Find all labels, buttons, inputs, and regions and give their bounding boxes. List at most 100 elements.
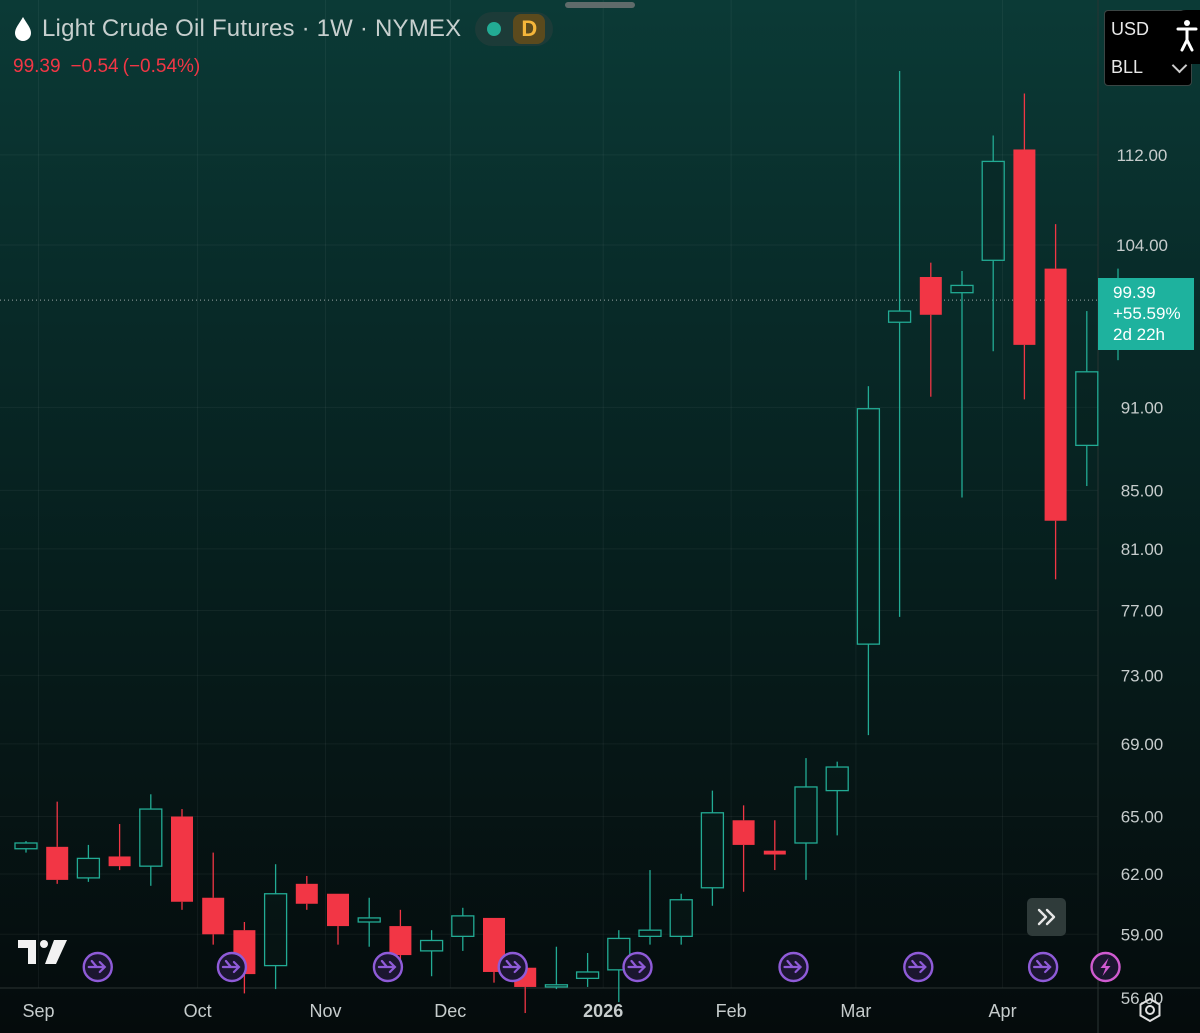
candle-body — [14, 842, 38, 850]
change-value: −0.54 — [70, 56, 119, 77]
candle-body — [575, 971, 600, 980]
time-axis-label: Feb — [716, 1001, 747, 1021]
settings-icon[interactable] — [1137, 997, 1163, 1023]
dividend-event-icon — [1027, 951, 1059, 983]
candle — [1013, 93, 1036, 400]
candle — [950, 270, 974, 498]
candle-body — [700, 812, 725, 889]
candle — [669, 893, 693, 945]
time-axis: Sep Oct Nov Dec 2026 Feb Mar Apr — [0, 987, 1200, 1021]
price-axis-label: 85.00 — [1121, 481, 1164, 500]
candle — [919, 262, 942, 397]
candle-body — [638, 929, 662, 938]
candle-body — [794, 786, 818, 844]
candle — [887, 70, 912, 617]
candlestick-chart[interactable]: 53.0056.0059.0062.0065.0069.0073.0077.00… — [0, 0, 1200, 1033]
drop-icon — [15, 17, 31, 41]
candle-body — [46, 846, 69, 880]
candle — [327, 893, 349, 945]
candle-body — [1075, 371, 1099, 447]
candle — [794, 758, 818, 880]
candle-body — [1013, 149, 1036, 345]
candle — [76, 844, 101, 882]
candle-body — [856, 408, 881, 645]
candle-body — [357, 917, 381, 923]
candle-body — [950, 284, 974, 294]
price-axis-label: 65.00 — [1121, 808, 1164, 827]
price-axis-label: 81.00 — [1121, 540, 1164, 559]
candle — [295, 875, 318, 910]
time-axis-label: Mar — [840, 1001, 871, 1021]
dividend-event-icon — [216, 951, 248, 983]
candle-body — [763, 850, 786, 855]
market-open-dot — [487, 22, 502, 36]
change-pct-value: (−0.54%) — [122, 56, 201, 77]
candle-body — [919, 276, 942, 315]
candle — [981, 135, 1005, 352]
price-axis-label: 112.00 — [1117, 146, 1168, 165]
candle-body — [887, 310, 912, 323]
candle-body — [202, 897, 225, 935]
lightning-event-icon — [1090, 951, 1121, 983]
currency-label[interactable]: USD — [1111, 19, 1149, 40]
candles-layer — [0, 70, 1130, 1014]
candle — [638, 870, 662, 945]
price-axis: 53.0056.0059.0062.0065.0069.0073.0077.00… — [1097, 0, 1168, 1033]
dividend-event-icon — [622, 951, 653, 983]
drag-handle[interactable] — [565, 2, 635, 8]
price-axis-label: 59.00 — [1121, 925, 1164, 944]
candle — [825, 761, 849, 836]
dividend-event-icon — [497, 951, 528, 983]
delayed-badge: D — [513, 14, 546, 44]
price-axis-label: 104.00 — [1116, 236, 1168, 255]
price-axis-label: 77.00 — [1121, 602, 1164, 621]
last-price-value: 99.39 — [13, 56, 61, 77]
time-axis-label: Apr — [989, 1001, 1017, 1021]
chart-grid — [0, 0, 1098, 988]
candle — [732, 805, 755, 892]
event-markers — [82, 951, 1121, 983]
market-status-pill[interactable]: D — [475, 12, 554, 46]
candle — [544, 946, 569, 990]
candle-body — [419, 939, 444, 952]
candle-body — [327, 893, 349, 927]
candle-body — [825, 766, 849, 792]
candle — [1075, 311, 1099, 487]
candle — [451, 907, 475, 951]
candle-body — [295, 883, 318, 904]
candle — [357, 897, 381, 947]
scroll-right-icon[interactable] — [1027, 898, 1066, 936]
dividend-event-icon — [903, 951, 934, 983]
unit-label[interactable]: BLL — [1111, 57, 1143, 78]
time-axis-label: 2026 — [583, 1001, 623, 1021]
ohlc-legend: 99.39 −0.54 (−0.54%) — [13, 56, 210, 78]
candle — [419, 930, 444, 977]
tradingview-logo[interactable] — [18, 938, 70, 966]
time-axis-label: Nov — [310, 1001, 342, 1021]
dividend-event-icon — [372, 951, 404, 983]
accessibility-icon[interactable] — [1172, 10, 1200, 64]
price-axis-label: 91.00 — [1121, 398, 1164, 417]
time-axis-label: Oct — [184, 1001, 212, 1021]
price-tag-value: 99.39 — [1113, 283, 1156, 302]
time-axis-label: Dec — [434, 1001, 466, 1021]
candle — [46, 801, 69, 884]
candle-body — [76, 857, 101, 879]
time-axis-label: Sep — [22, 1001, 54, 1021]
price-axis-label: 69.00 — [1121, 735, 1164, 754]
candle — [202, 852, 225, 945]
chart-header: Light Crude Oil Futures · 1W · NYMEX D — [12, 12, 554, 46]
candle-body — [732, 820, 755, 845]
symbol-title[interactable]: Light Crude Oil Futures · 1W · NYMEX — [42, 15, 461, 43]
candle-body — [669, 899, 693, 938]
candle — [763, 820, 786, 871]
candle — [139, 794, 163, 886]
candle — [856, 386, 881, 736]
candle-body — [981, 160, 1005, 261]
candle — [14, 841, 38, 853]
price-axis-label: 73.00 — [1121, 666, 1164, 685]
candle-body — [544, 984, 569, 988]
last-price-tag: 99.39 +55.59% 2d 22h — [1098, 278, 1194, 350]
candle-body — [451, 915, 475, 938]
candle-body — [108, 856, 131, 867]
